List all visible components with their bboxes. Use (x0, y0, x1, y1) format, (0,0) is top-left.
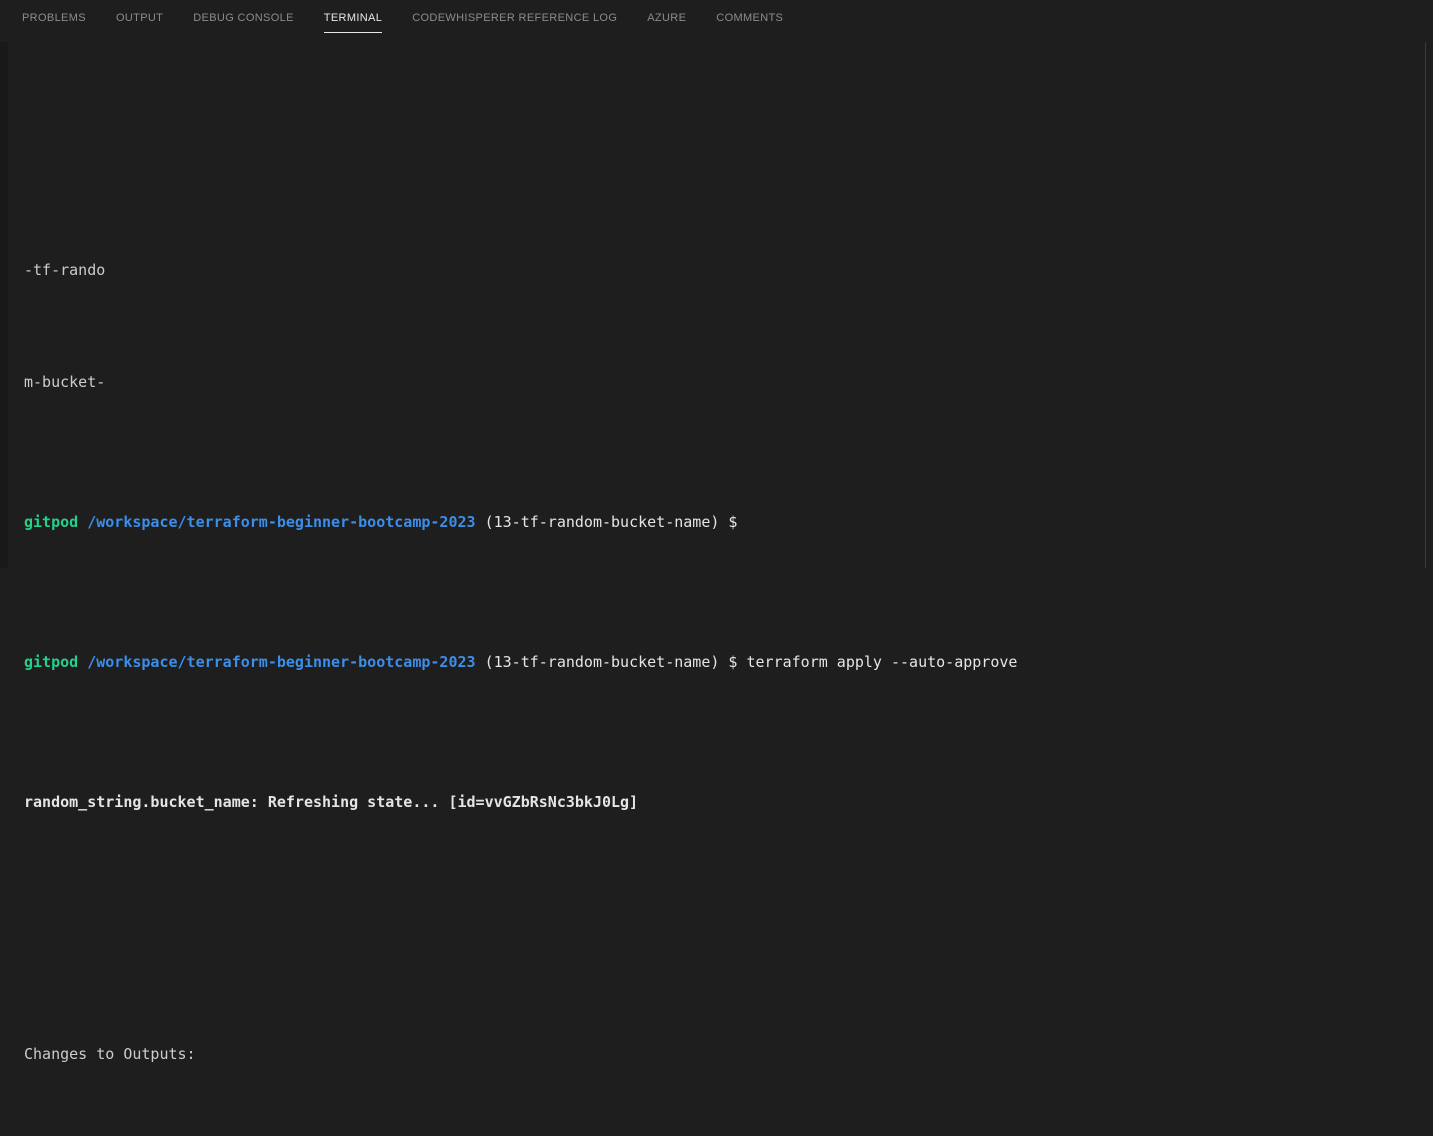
tab-codewhisperer-reference-log-label: CODEWHISPERER REFERENCE LOG (412, 11, 618, 24)
tab-codewhisperer-reference-log[interactable]: CODEWHISPERER REFERENCE LOG (412, 0, 617, 35)
prompt-space-1 (78, 513, 87, 531)
tab-output-label: OUTPUT (115, 11, 164, 24)
prompt-space-2 (476, 513, 485, 531)
tab-azure[interactable]: AZURE (647, 0, 686, 35)
tab-terminal[interactable]: TERMINAL (323, 0, 383, 35)
terminal-left-gutter (0, 42, 8, 568)
terminal-line-prompt-2: gitpod /workspace/terraform-beginner-boo… (24, 648, 1423, 676)
wrap-fragment-1: -tf-rando (24, 261, 106, 279)
terminal-output[interactable]: -tf-rando m-bucket- gitpod /workspace/te… (24, 42, 1423, 1063)
wrap-fragment-2: m-bucket- (24, 373, 106, 391)
terminal-line-refresh: random_string.bucket_name: Refreshing st… (24, 788, 1423, 816)
changes-header-text: Changes to Outputs: (24, 1045, 196, 1063)
panel-tab-bar: PROBLEMS OUTPUT DEBUG CONSOLE TERMINAL C… (0, 0, 1433, 42)
prompt-space-1 (78, 653, 87, 671)
terminal-line-wrap-2: m-bucket- (24, 368, 1423, 396)
prompt-space-4 (737, 653, 746, 671)
tab-problems-label: PROBLEMS (22, 11, 86, 24)
tab-debug-console-label: DEBUG CONSOLE (193, 11, 294, 24)
terminal-line-wrap-1: -tf-rando (24, 256, 1423, 284)
tab-comments[interactable]: COMMENTS (716, 0, 783, 35)
terminal-line-changes-header: Changes to Outputs: (24, 1040, 1423, 1068)
terminal-right-edge-rule (1425, 42, 1426, 568)
prompt-user: gitpod (24, 653, 79, 671)
tab-azure-label: AZURE (647, 11, 687, 24)
terminal-line-prompt-1: gitpod /workspace/terraform-beginner-boo… (24, 508, 1423, 536)
prompt-space-2 (476, 653, 485, 671)
prompt-branch: (13-tf-random-bucket-name) (484, 513, 720, 531)
tab-terminal-label: TERMINAL (323, 11, 383, 24)
terminal-body[interactable]: -tf-rando m-bucket- gitpod /workspace/te… (0, 42, 1433, 1063)
prompt-path: /workspace/terraform-beginner-bootcamp-2… (87, 653, 476, 671)
terminal-command: terraform apply --auto-approve (746, 653, 1018, 671)
tab-output[interactable]: OUTPUT (116, 0, 163, 35)
terminal-blank-1 (24, 900, 1423, 928)
prompt-branch: (13-tf-random-bucket-name) (484, 653, 720, 671)
prompt-symbol: $ (728, 513, 738, 531)
prompt-user: gitpod (24, 513, 79, 531)
refresh-state-text: random_string.bucket_name: Refreshing st… (24, 793, 639, 811)
terminal-panel: PROBLEMS OUTPUT DEBUG CONSOLE TERMINAL C… (0, 0, 1433, 1063)
prompt-symbol: $ (728, 653, 738, 671)
tab-debug-console[interactable]: DEBUG CONSOLE (193, 0, 294, 35)
tab-problems[interactable]: PROBLEMS (22, 0, 86, 35)
prompt-path: /workspace/terraform-beginner-bootcamp-2… (87, 513, 476, 531)
tab-comments-label: COMMENTS (716, 11, 784, 24)
prompt-space-3 (719, 653, 728, 671)
terminal-top-spacer (24, 126, 1423, 144)
